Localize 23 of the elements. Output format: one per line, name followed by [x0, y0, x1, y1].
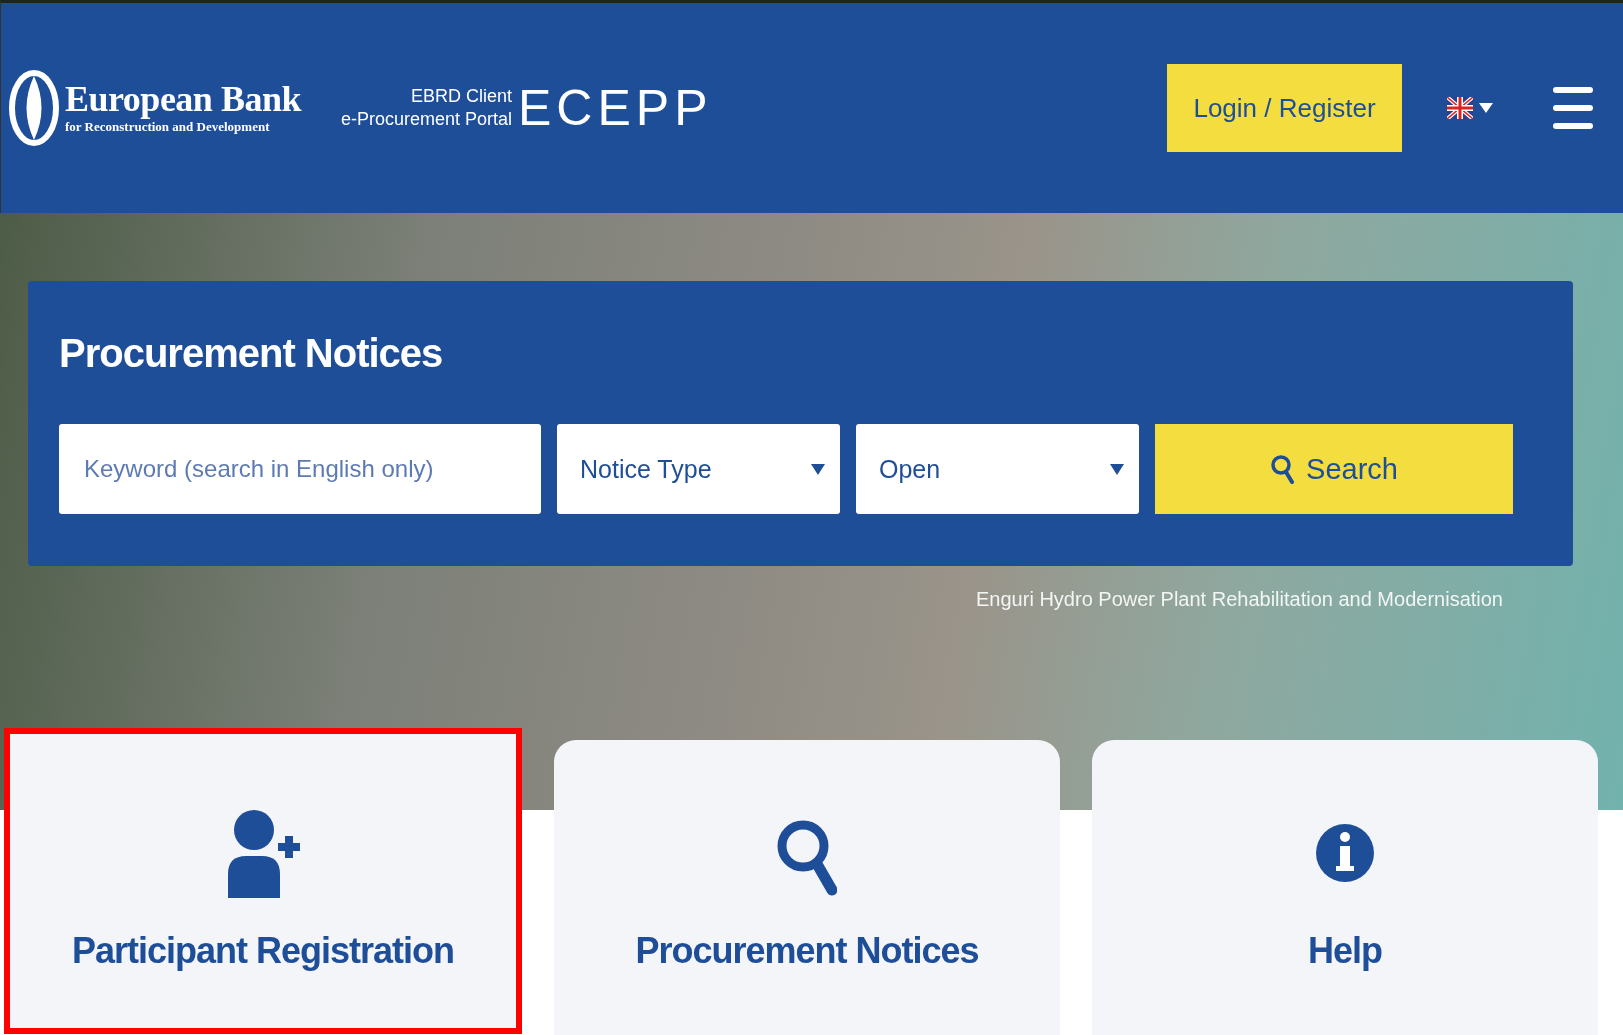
caret-icon[interactable]: [1479, 103, 1493, 113]
add-user-icon: [225, 808, 301, 898]
keyword-field[interactable]: Keyword (search in English only): [59, 424, 541, 514]
flag-icon[interactable]: [1447, 97, 1473, 119]
portal-tagline: e-Procurement Portal: [340, 108, 512, 131]
caret-icon: [1110, 463, 1124, 475]
portal-name: ECEPP: [518, 79, 713, 137]
bank-logo-icon: [9, 70, 59, 146]
caret-icon: [811, 463, 825, 475]
link-card[interactable]: Participant Registration: [4, 728, 522, 1034]
search-button[interactable]: Search: [1155, 424, 1513, 514]
dropdown[interactable]: Notice Type: [557, 424, 840, 514]
login-button[interactable]: Login / Register: [1167, 64, 1402, 152]
search-icon: [1270, 454, 1295, 484]
link-card[interactable]: Procurement Notices: [554, 740, 1060, 1035]
link-card[interactable]: Help: [1092, 740, 1598, 1035]
photo-caption: Enguri Hydro Power Plant Rehabilitation and Modernisation: [976, 588, 1503, 611]
dropdown[interactable]: Open: [856, 424, 1139, 514]
panel-title: Procurement Notices: [59, 331, 444, 376]
logo-subtitle: for Reconstruction and Development: [65, 118, 271, 135]
portal-tagline: EBRD Client: [411, 84, 512, 108]
logo-title: European Bank: [65, 81, 301, 119]
menu-icon[interactable]: [1553, 87, 1593, 129]
